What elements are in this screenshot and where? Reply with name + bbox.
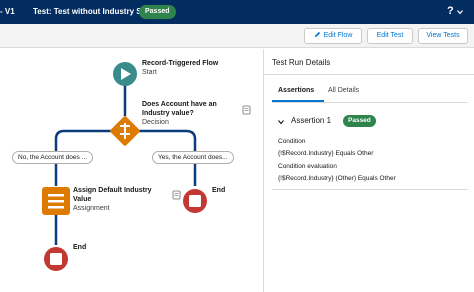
assignment-node[interactable] [42,187,70,215]
toolbar: Edit Flow Edit Test View Tests [0,24,474,48]
note-icon[interactable] [242,105,251,115]
edit-flow-button[interactable]: Edit Flow [304,28,362,44]
flow-version-label: - V1 [0,7,15,16]
pencil-icon [314,31,320,38]
decision-node-title-1: Does Account have an [142,101,217,108]
end-bottom-label: End [73,243,86,252]
divider [264,74,474,75]
assignment-node-title-2: Value [73,196,92,203]
assignment-node-type: Assignment [73,205,110,212]
help-icon[interactable]: ? [447,5,454,17]
branch-label-no[interactable]: No, the Account does ... [12,151,94,164]
assertion-title[interactable]: Assertion 1 [291,116,331,125]
tab-assertions[interactable]: Assertions [278,87,314,94]
decision-node[interactable] [109,115,140,146]
status-badge: Passed [139,5,176,19]
edit-flow-label: Edit Flow [323,32,353,39]
chevron-down-icon[interactable] [457,9,463,15]
edit-test-button[interactable]: Edit Test [367,28,413,44]
end-node-bottom[interactable] [44,247,68,271]
test-run-details-panel: Test Run Details Assertions All Details … [264,49,474,292]
end-bottom-title: End [73,244,87,251]
panel-title: Test Run Details [272,58,331,67]
assignment-icon [48,194,64,209]
condition-evaluation-value: {!$Record.Industry} (Other) Equals Other [278,175,396,182]
decision-node-label: Does Account have an Industry value? Dec… [142,100,217,127]
start-node-label: Record-Triggered Flow Start [142,59,218,77]
page-title: Test: Test without Industry Set [33,7,149,16]
condition-label: Condition [278,138,306,145]
note-icon[interactable] [172,190,181,200]
stop-icon [189,195,201,207]
condition-value: {!$Record.Industry} Equals Other [278,150,374,157]
decision-node-type: Decision [142,119,169,126]
condition-evaluation-label: Condition evaluation [278,163,337,170]
branch-label-yes[interactable]: Yes, the Account does... [152,151,234,164]
divider [272,102,468,103]
end-right-title: End [212,187,226,194]
start-node-type: Start [142,69,157,76]
end-node-right[interactable] [183,189,207,213]
end-right-label: End [212,186,225,195]
flow-connectors [42,62,251,271]
decision-node-title-2: Industry value? [142,110,194,117]
app-header: - V1 Test: Test without Industry Set Pas… [0,0,474,24]
start-node[interactable] [113,62,137,86]
stop-icon [50,253,62,265]
tab-all-details[interactable]: All Details [328,87,359,94]
assignment-node-title-1: Assign Default Industry [73,187,152,194]
start-node-title: Record-Triggered Flow [142,60,219,67]
chevron-down-icon[interactable] [278,119,284,125]
assignment-node-label: Assign Default Industry Value Assignment [73,186,152,213]
flow-canvas[interactable]: Record-Triggered Flow Start Does Account… [0,49,263,292]
assertion-status-badge: Passed [343,115,376,127]
view-tests-button[interactable]: View Tests [418,28,468,44]
divider [272,189,468,190]
